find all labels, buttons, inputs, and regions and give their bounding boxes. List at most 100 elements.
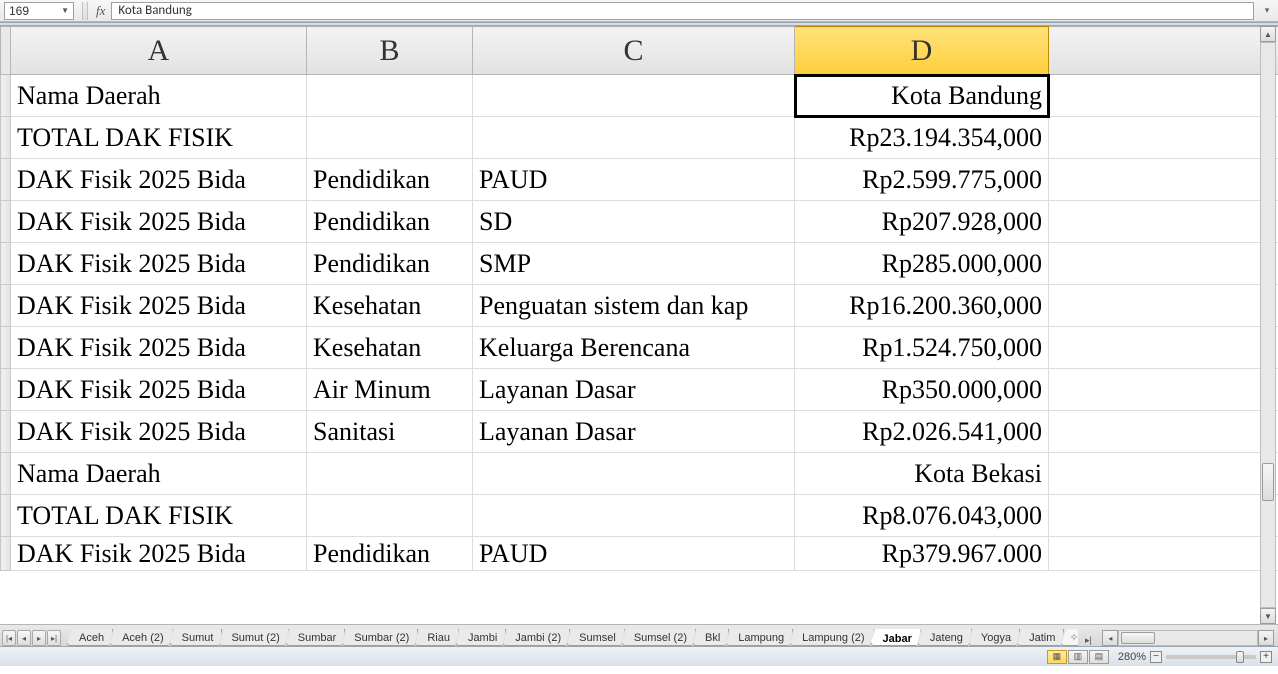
cell[interactable] xyxy=(1049,327,1278,369)
cell[interactable] xyxy=(473,117,795,159)
cell[interactable]: SD xyxy=(473,201,795,243)
sheet-tab[interactable]: Jateng xyxy=(917,629,972,646)
cell[interactable]: Pendidikan xyxy=(307,537,473,571)
cell[interactable]: DAK Fisik 2025 Bida xyxy=(11,285,307,327)
row-header[interactable] xyxy=(1,117,11,159)
cell[interactable] xyxy=(1049,201,1278,243)
cell[interactable]: DAK Fisik 2025 Bida xyxy=(11,411,307,453)
cell[interactable]: SMP xyxy=(473,243,795,285)
sheet-tab[interactable]: Sumut (2) xyxy=(218,629,288,646)
tab-scroll-right-icon[interactable]: ▸| xyxy=(1078,635,1098,646)
cell[interactable]: Sanitasi xyxy=(307,411,473,453)
cell[interactable]: Rp285.000,000 xyxy=(795,243,1049,285)
row-header[interactable] xyxy=(1,285,11,327)
cell[interactable] xyxy=(1049,369,1278,411)
cell[interactable]: Rp8.076.043,000 xyxy=(795,495,1049,537)
cell[interactable] xyxy=(307,117,473,159)
cell[interactable] xyxy=(1049,411,1278,453)
sheet-tab[interactable]: Sumbar xyxy=(285,629,346,646)
cell[interactable] xyxy=(1049,453,1278,495)
cell[interactable]: Kesehatan xyxy=(307,327,473,369)
sheet-tab[interactable]: Sumut xyxy=(169,629,223,646)
cell[interactable]: Pendidikan xyxy=(307,243,473,285)
sheet-tab[interactable]: Aceh (2) xyxy=(109,629,173,646)
cell[interactable]: Kota Bandung xyxy=(795,75,1049,117)
fx-icon[interactable]: fx xyxy=(96,3,105,19)
sheet-tab[interactable]: Jambi xyxy=(455,629,506,646)
column-header-C[interactable]: C xyxy=(473,27,795,75)
row-header[interactable] xyxy=(1,495,11,537)
sheet-tab[interactable]: Jambi (2) xyxy=(502,629,570,646)
cell[interactable]: DAK Fisik 2025 Bida xyxy=(11,159,307,201)
select-all-corner[interactable] xyxy=(1,27,11,75)
cell[interactable]: Rp350.000,000 xyxy=(795,369,1049,411)
cell[interactable] xyxy=(1049,117,1278,159)
cell[interactable]: Pendidikan xyxy=(307,201,473,243)
cell[interactable] xyxy=(1049,159,1278,201)
zoom-out-icon[interactable]: − xyxy=(1150,651,1162,663)
sheet-tab[interactable]: Yogya xyxy=(968,629,1020,646)
cell[interactable]: Penguatan sistem dan kap xyxy=(473,285,795,327)
zoom-slider[interactable] xyxy=(1166,655,1256,659)
hscroll-right-icon[interactable]: ▸ xyxy=(1258,630,1274,646)
cell[interactable]: DAK Fisik 2025 Bida xyxy=(11,537,307,571)
cell[interactable]: Nama Daerah xyxy=(11,453,307,495)
cell[interactable]: Layanan Dasar xyxy=(473,369,795,411)
cell[interactable]: Air Minum xyxy=(307,369,473,411)
cell[interactable]: Rp207.928,000 xyxy=(795,201,1049,243)
row-header[interactable] xyxy=(1,411,11,453)
cell[interactable] xyxy=(1049,243,1278,285)
column-header-B[interactable]: B xyxy=(307,27,473,75)
cell[interactable]: Layanan Dasar xyxy=(473,411,795,453)
sheet-tab[interactable]: Riau xyxy=(414,629,459,646)
scroll-down-icon[interactable]: ▼ xyxy=(1260,608,1276,624)
tab-nav-last-icon[interactable]: ▸| xyxy=(47,630,61,646)
cell[interactable] xyxy=(1049,537,1278,571)
cell[interactable]: TOTAL DAK FISIK xyxy=(11,117,307,159)
cell[interactable] xyxy=(307,495,473,537)
cell[interactable]: DAK Fisik 2025 Bida xyxy=(11,201,307,243)
sheet-tab[interactable]: Jabar xyxy=(870,629,921,646)
cell[interactable] xyxy=(473,495,795,537)
sheet-tab[interactable]: Sumsel xyxy=(566,629,625,646)
column-header-A[interactable]: A xyxy=(11,27,307,75)
row-header[interactable] xyxy=(1,453,11,495)
hscroll-left-icon[interactable]: ◂ xyxy=(1102,630,1118,646)
row-header[interactable] xyxy=(1,243,11,285)
cell[interactable]: Rp2.599.775,000 xyxy=(795,159,1049,201)
tab-nav-next-icon[interactable]: ▸ xyxy=(32,630,46,646)
column-header-overflow[interactable] xyxy=(1049,27,1278,75)
cell[interactable] xyxy=(1049,495,1278,537)
cell[interactable]: DAK Fisik 2025 Bida xyxy=(11,327,307,369)
row-header[interactable] xyxy=(1,537,11,571)
cell[interactable]: PAUD xyxy=(473,159,795,201)
view-page-layout-icon[interactable]: ▥ xyxy=(1068,650,1088,664)
sheet-tab[interactable]: Lampung xyxy=(725,629,793,646)
cell[interactable]: Kesehatan xyxy=(307,285,473,327)
cell[interactable] xyxy=(473,453,795,495)
column-header-D[interactable]: D xyxy=(795,27,1049,75)
cell[interactable]: DAK Fisik 2025 Bida xyxy=(11,369,307,411)
row-header[interactable] xyxy=(1,75,11,117)
sheet-tab[interactable]: Bkl xyxy=(692,629,729,646)
row-header[interactable] xyxy=(1,369,11,411)
zoom-level-label[interactable]: 280% xyxy=(1118,651,1146,663)
vscroll-thumb[interactable] xyxy=(1262,463,1274,501)
vscroll-track[interactable] xyxy=(1260,42,1276,608)
cell[interactable]: Rp16.200.360,000 xyxy=(795,285,1049,327)
vertical-scrollbar[interactable]: ▲ ▼ xyxy=(1260,26,1276,624)
sheet-tab[interactable]: Sumsel (2) xyxy=(621,629,696,646)
row-header[interactable] xyxy=(1,327,11,369)
scroll-up-icon[interactable]: ▲ xyxy=(1260,26,1276,42)
name-box[interactable]: 169 ▼ xyxy=(4,2,74,20)
cell[interactable]: Nama Daerah xyxy=(11,75,307,117)
cell[interactable]: Keluarga Berencana xyxy=(473,327,795,369)
sheet-tab[interactable]: Sumbar (2) xyxy=(341,629,418,646)
cell[interactable]: PAUD xyxy=(473,537,795,571)
name-box-dropdown-icon[interactable]: ▼ xyxy=(61,6,69,15)
cell[interactable]: Rp1.524.750,000 xyxy=(795,327,1049,369)
sheet-tab[interactable]: Lampung (2) xyxy=(789,629,873,646)
cell[interactable]: Rp379.967.000 xyxy=(795,537,1049,571)
cell[interactable]: DAK Fisik 2025 Bida xyxy=(11,243,307,285)
cell[interactable]: Rp23.194.354,000 xyxy=(795,117,1049,159)
